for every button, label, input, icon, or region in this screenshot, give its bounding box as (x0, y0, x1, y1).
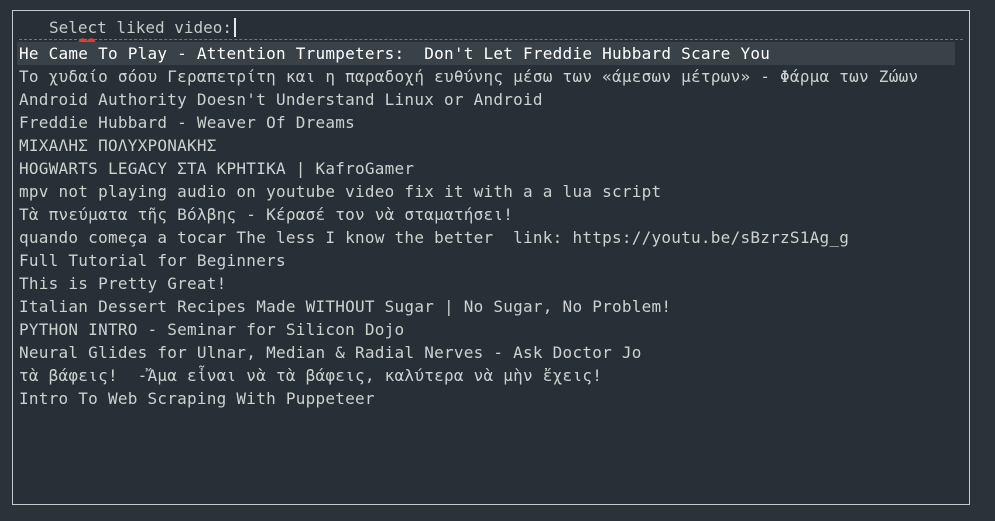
list-item[interactable]: HOGWARTS LEGACY ΣΤΑ ΚΡΗΤΙΚΑ | KafroGamer (17, 157, 955, 180)
list-item[interactable]: Italian Dessert Recipes Made WITHOUT Sug… (17, 295, 955, 318)
list-item[interactable]: Intro To Web Scraping With Puppeteer (17, 387, 955, 410)
list-item[interactable]: ΜΙΧΑΛΗΣ ΠΟΛΥΧΡΟΝΑΚΗΣ (17, 134, 955, 157)
selection-menu: Select liked video: He Came To Play - At… (12, 10, 970, 505)
list-item[interactable]: quando começa a tocar The less I know th… (17, 226, 955, 249)
list-item[interactable]: Το χυδαίο σόου Γεραπετρίτη και η παραδοχ… (17, 65, 955, 88)
list-item-selected[interactable]: He Came To Play - Attention Trumpeters: … (17, 42, 955, 65)
heart-icon (19, 17, 96, 54)
list-item[interactable]: Neural Glides for Ulnar, Median & Radial… (17, 341, 955, 364)
list-item[interactable]: τὰ βάφεις! -Ἄμα εἶναι νὰ τὰ βάφεις, καλύ… (17, 364, 955, 387)
prompt-label: Select liked video: (49, 17, 233, 37)
video-list: He Came To Play - Attention Trumpeters: … (17, 42, 955, 410)
list-item[interactable]: Full Tutorial for Beginners (17, 249, 955, 272)
list-item[interactable]: Android Authority Doesn't Understand Lin… (17, 88, 955, 111)
list-item[interactable]: PYTHON INTRO - Seminar for Silicon Dojo (17, 318, 955, 341)
text-cursor (234, 17, 237, 37)
list-item[interactable]: Freddie Hubbard - Weaver Of Dreams (17, 111, 955, 134)
list-item[interactable]: This is Pretty Great! (17, 272, 955, 295)
list-item[interactable]: mpv not playing audio on youtube video f… (17, 180, 955, 203)
list-item[interactable]: Τὰ πνεύματα τῆς Βόλβης - Κέρασέ τον νὰ σ… (17, 203, 955, 226)
prompt-bar[interactable]: Select liked video: (19, 15, 237, 54)
separator (19, 39, 963, 40)
